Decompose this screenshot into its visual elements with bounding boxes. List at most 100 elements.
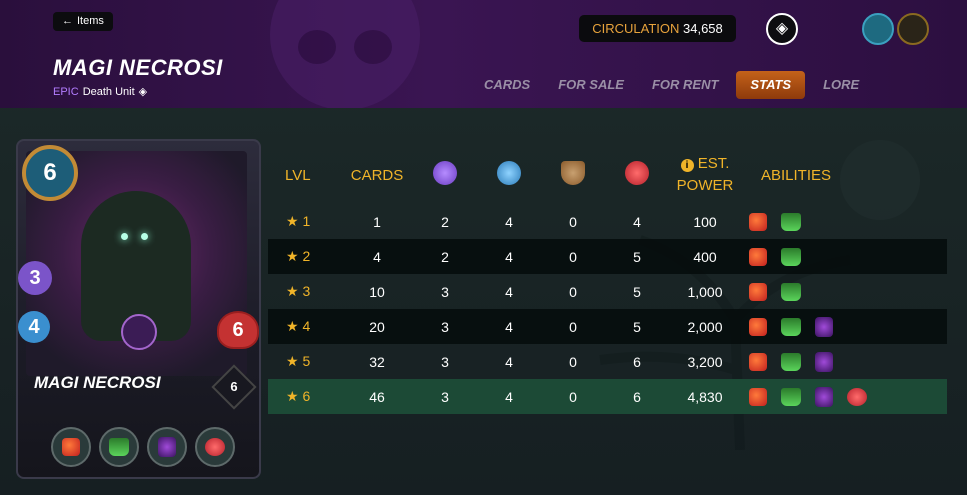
cell-speed: 4 [477,379,541,414]
page-title: MAGI NECROSI [53,55,223,80]
cell-abilities [741,239,947,274]
back-label: Items [77,15,104,27]
header-cards: CARDS [350,166,404,184]
stats-table: LVL CARDS i EST. POWER ABILITIES ★ 11240… [268,146,947,414]
ability-purple-icon[interactable] [815,386,833,407]
edition-icon: ◈ [138,86,148,98]
cell-armor: 0 [569,213,577,230]
ability-green-icon[interactable] [781,212,801,231]
health-stat: 6 [217,311,259,349]
header-abilities: ABILITIES [761,166,832,184]
ability-red-icon[interactable] [749,387,767,406]
cell-magic: 2 [441,213,449,230]
magic-stat: 3 [18,261,52,295]
cell-health: 5 [605,309,669,344]
cell-lvl: ★ 4 [268,309,341,344]
cell-magic: 3 [413,379,477,414]
ability-purple-icon [158,437,176,457]
ability-red-icon[interactable] [749,352,767,371]
cell-armor: 0 [541,309,605,344]
cell-power: 3,200 [687,353,723,370]
cell-speed: 4 [505,213,513,230]
cell-health: 4 [633,213,641,230]
header-speed [477,146,541,204]
cell-armor: 0 [569,353,577,370]
cell-cards: 10 [369,283,385,300]
ability-red-icon[interactable] [749,212,767,231]
cell-armor: 0 [569,283,577,300]
tab-cards[interactable]: CARDS [470,71,544,99]
cell-lvl: ★ 1 [286,213,311,229]
ability-slot[interactable] [147,427,187,467]
table-row: ★ 4 20 3 4 0 5 2,000 [268,309,947,344]
header-armor [541,146,605,204]
cell-abilities [741,379,947,414]
ability-green-icon[interactable] [781,317,801,336]
card-level: 6 [230,379,238,394]
ability-purple-icon[interactable] [815,351,833,372]
tab-lore[interactable]: LORE [809,71,873,99]
tab-stats[interactable]: STATS [736,71,806,99]
health-icon [625,161,649,185]
cell-abilities [741,204,947,239]
ability-slot[interactable] [99,427,139,467]
regular-foil-icon[interactable] [862,13,894,45]
table-row: ★ 5 32 3 4 0 6 3,200 [268,344,947,379]
cell-lvl: ★ 3 [286,283,311,299]
skull-decoration [270,0,420,108]
circulation-badge: CIRCULATION 34,658 [579,15,736,42]
ability-green-icon[interactable] [781,387,801,406]
ability-green-icon[interactable] [781,282,801,301]
info-icon[interactable]: i [680,159,694,172]
cell-health: 6 [605,379,669,414]
back-to-items-button[interactable]: ← Items [53,12,113,31]
table-row: ★ 1 1 2 4 0 4 100 [268,204,947,239]
cell-armor: 0 [541,239,605,274]
gold-foil-icon[interactable] [897,13,929,45]
ability-slot[interactable] [51,427,91,467]
ability-red-icon[interactable] [749,282,767,301]
cell-magic: 3 [413,309,477,344]
cell-speed: 4 [505,353,513,370]
cell-lvl: ★ 2 [268,239,341,274]
ability-red-icon[interactable] [749,247,767,266]
ability-pig-icon [205,438,225,456]
ability-purple-icon[interactable] [815,316,833,337]
ability-pig-icon[interactable] [847,387,867,406]
ability-red-icon[interactable] [749,317,767,336]
arrow-left-icon: ← [62,15,73,27]
cell-cards: 1 [373,213,381,230]
cell-abilities [741,309,947,344]
cell-power: 2,000 [669,309,741,344]
cell-power: 400 [669,239,741,274]
cell-power: 1,000 [687,283,723,300]
top-banner: ← Items MAGI NECROSI EPIC Death Unit ◈ C… [0,0,967,108]
ability-slot[interactable] [195,427,235,467]
header-magic [413,146,477,204]
table-header: LVL CARDS i EST. POWER ABILITIES [268,146,947,204]
header-est-power: i EST. POWER [669,146,741,204]
header-health [605,146,669,204]
cell-armor: 0 [541,379,605,414]
cell-magic: 2 [413,239,477,274]
card-name: MAGI NECROSI [34,373,161,392]
cell-cards: 32 [369,353,385,370]
edition-logo-icon[interactable]: ◈ [766,13,798,45]
tab-for-rent[interactable]: FOR RENT [638,71,732,99]
glowing-eyes [121,233,151,243]
magic-icon [433,161,457,185]
cell-lvl: ★ 6 [268,379,341,414]
card-image: 6 3 4 6 MAGI NECROSI 6 [16,139,261,479]
card-abilities [51,427,235,467]
cell-abilities [741,274,947,309]
ability-green-icon[interactable] [781,247,801,266]
cell-health: 5 [605,239,669,274]
cell-lvl: ★ 5 [286,353,311,369]
table-row: ★ 2 4 2 4 0 5 400 [268,239,947,274]
cell-magic: 3 [441,353,449,370]
tab-for-sale[interactable]: FOR SALE [544,71,638,99]
armor-icon [561,161,585,185]
ability-green-icon[interactable] [781,352,801,371]
cell-speed: 4 [505,283,513,300]
circulation-label: CIRCULATION [592,21,680,36]
